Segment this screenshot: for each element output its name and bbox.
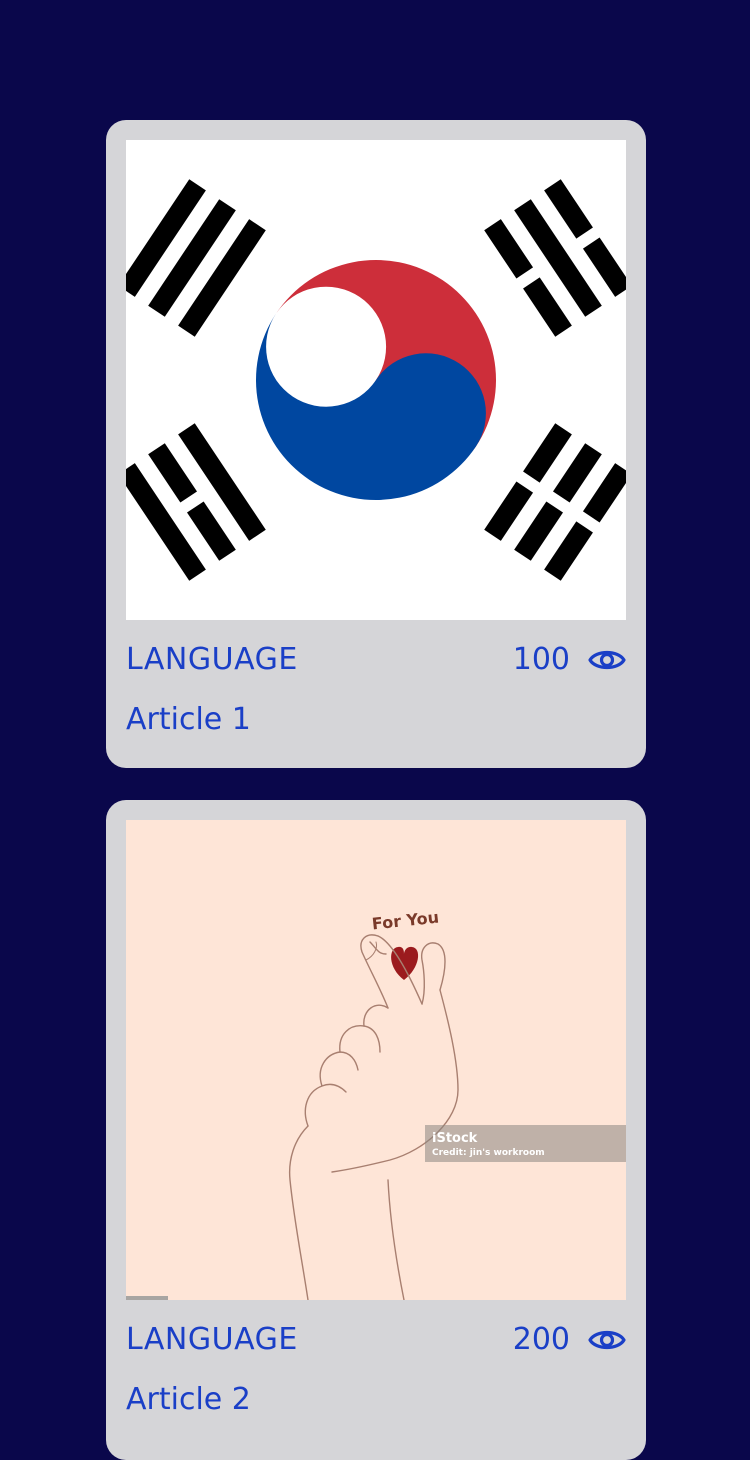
eye-icon — [588, 650, 626, 670]
article-meta-row: LANGUAGE 200 — [126, 1320, 626, 1360]
article-card-1[interactable]: LANGUAGE 100 Article 1 — [106, 120, 646, 768]
eye-icon — [588, 1330, 626, 1350]
article-meta-row: LANGUAGE 100 — [126, 640, 626, 680]
article-views: 200 — [513, 1320, 626, 1360]
article-image-finger-heart[interactable]: For You iStock Credit: jin's workroom — [126, 820, 626, 1300]
article-title[interactable]: Article 2 — [126, 1380, 626, 1420]
article-views: 100 — [513, 640, 626, 680]
finger-heart-illustration: For You iStock Credit: jin's workroom — [126, 820, 626, 1300]
article-title[interactable]: Article 1 — [126, 700, 626, 740]
image-corner-mark — [126, 1296, 168, 1300]
view-count: 200 — [512, 1322, 570, 1357]
article-card-2[interactable]: For You iStock Credit: jin's workroom LA… — [106, 800, 646, 1460]
south-korea-flag-image — [126, 140, 626, 620]
article-image-flag[interactable] — [126, 140, 626, 620]
watermark-brand: iStock — [432, 1131, 478, 1146]
article-category[interactable]: LANGUAGE — [126, 1320, 298, 1360]
watermark-credit: Credit: jin's workroom — [432, 1148, 545, 1158]
article-category[interactable]: LANGUAGE — [126, 640, 298, 680]
view-count: 100 — [512, 642, 570, 677]
